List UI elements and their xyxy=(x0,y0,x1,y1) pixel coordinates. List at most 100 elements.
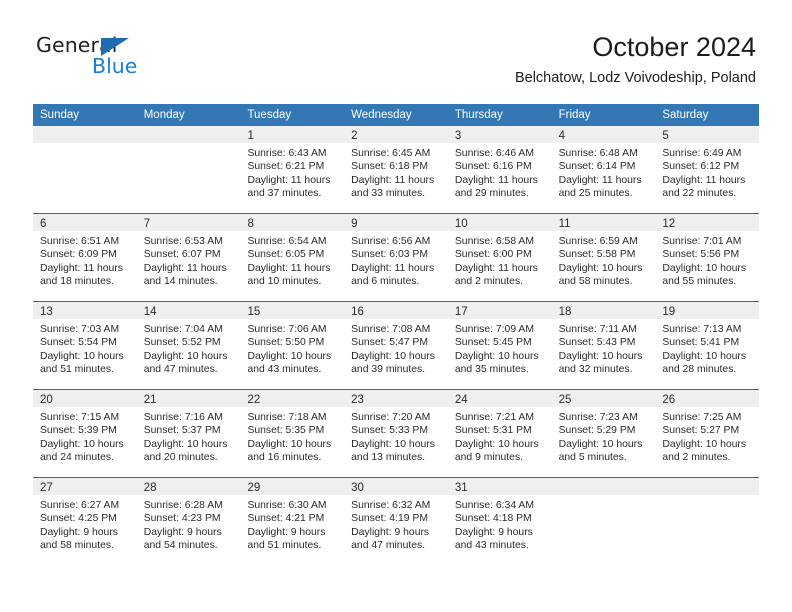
day-details: Sunrise: 6:27 AM Sunset: 4:25 PM Daylight:… xyxy=(33,495,137,553)
day-details: Sunrise: 7:21 AM Sunset: 5:31 PM Daylight:… xyxy=(448,407,552,465)
daylight-text: Daylight: 11 hours xyxy=(143,262,227,274)
daylight-text: Daylight: 10 hours xyxy=(558,350,643,362)
day-details: Sunrise: 7:03 AM Sunset: 5:54 PM Daylight:… xyxy=(33,319,137,377)
day-cell[interactable]: 27 Sunrise: 6:27 AM Sunset: 4:25 PM Dayligh… xyxy=(33,478,137,565)
day-number-band: 17 xyxy=(447,302,552,319)
day-cell[interactable]: 22 Sunrise: 7:18 AM Sunset: 5:35 PM Dayligh… xyxy=(240,390,345,477)
day-cell[interactable]: 3 Sunrise: 6:46 AM Sunset: 6:16 PM Daylight… xyxy=(447,126,552,213)
day-cell[interactable]: 31 Sunrise: 6:34 AM Sunset: 4:18 PM Dayligh… xyxy=(447,478,552,565)
day-number: 29 xyxy=(247,482,261,494)
day-cell[interactable]: 28 Sunrise: 6:28 AM Sunset: 4:23 PM Dayligh… xyxy=(136,478,241,565)
logo-text-blue: Blue xyxy=(92,54,138,78)
page-subtitle: Belchatow, Lodz Voivodeship, Poland xyxy=(514,70,756,86)
calendar-week-row: 13 Sunrise: 7:03 AM Sunset: 5:54 PM Dayligh… xyxy=(33,301,760,389)
day-cell[interactable]: 4 Sunrise: 6:48 AM Sunset: 6:14 PM Daylight… xyxy=(551,126,656,213)
day-details: Sunrise: 6:56 AM Sunset: 6:03 PM Daylight:… xyxy=(344,231,448,289)
sunrise-text: Sunrise: 7:20 AM xyxy=(351,412,431,423)
day-cell[interactable]: 24 Sunrise: 7:21 AM Sunset: 5:31 PM Dayligh… xyxy=(447,390,552,477)
day-details: Sunrise: 6:46 AM Sunset: 6:16 PM Daylight:… xyxy=(448,143,552,201)
sunrise-text: Sunrise: 6:48 AM xyxy=(558,148,638,159)
sunset-text: Sunset: 6:00 PM xyxy=(454,249,532,261)
day-number-band: 12 xyxy=(655,214,760,231)
daylight-text: and 35 minutes. xyxy=(454,364,529,376)
day-details xyxy=(655,495,759,499)
day-cell[interactable]: 21 Sunrise: 7:16 AM Sunset: 5:37 PM Dayligh… xyxy=(136,390,241,477)
title-block: October 2024 Belchatow, Lodz Voivodeship… xyxy=(515,30,756,87)
daylight-text: Daylight: 10 hours xyxy=(143,350,228,362)
daylight-text: and 47 minutes. xyxy=(143,364,218,376)
day-cell[interactable]: 26 Sunrise: 7:25 AM Sunset: 5:27 PM Dayligh… xyxy=(655,390,760,477)
day-number-band: 24 xyxy=(447,390,552,407)
day-number-band: 3 xyxy=(447,126,552,143)
day-details: Sunrise: 7:08 AM Sunset: 5:47 PM Daylight:… xyxy=(344,319,448,377)
day-cell[interactable]: 30 Sunrise: 6:32 AM Sunset: 4:19 PM Dayligh… xyxy=(344,478,448,565)
daylight-text: and 28 minutes. xyxy=(662,364,737,376)
day-number: 20 xyxy=(40,394,53,406)
day-cell[interactable]: 6 Sunrise: 6:51 AM Sunset: 6:09 PM Daylight… xyxy=(33,214,137,301)
day-number: 28 xyxy=(143,482,157,494)
sunset-text: Sunset: 4:19 PM xyxy=(351,513,428,525)
sunset-text: Sunset: 6:05 PM xyxy=(247,249,325,261)
daylight-text: and 37 minutes. xyxy=(247,188,322,200)
day-cell[interactable]: 29 Sunrise: 6:30 AM Sunset: 4:21 PM Dayligh… xyxy=(240,478,345,565)
calendar-page: General Blue October 2024 Belchatow, Lod… xyxy=(0,0,792,612)
day-number: 9 xyxy=(351,218,358,230)
sunrise-text: Sunrise: 7:25 AM xyxy=(662,412,742,423)
daylight-text: Daylight: 10 hours xyxy=(558,438,643,450)
day-cell[interactable]: 19 Sunrise: 7:13 AM Sunset: 5:41 PM Dayligh… xyxy=(655,302,760,389)
day-cell[interactable]: 18 Sunrise: 7:11 AM Sunset: 5:43 PM Dayligh… xyxy=(551,302,656,389)
day-number: 1 xyxy=(247,130,254,142)
day-cell[interactable]: 14 Sunrise: 7:04 AM Sunset: 5:52 PM Dayligh… xyxy=(136,302,241,389)
day-cell[interactable]: 13 Sunrise: 7:03 AM Sunset: 5:54 PM Dayligh… xyxy=(33,302,137,389)
calendar-week-row: 27 Sunrise: 6:27 AM Sunset: 4:25 PM Dayligh… xyxy=(33,477,760,565)
daylight-text: and 39 minutes. xyxy=(351,364,426,376)
sunrise-text: Sunrise: 7:08 AM xyxy=(351,324,431,335)
daylight-text: Daylight: 10 hours xyxy=(40,438,124,450)
day-cell[interactable]: 12 Sunrise: 7:01 AM Sunset: 5:56 PM Dayligh… xyxy=(655,214,760,301)
page-title: October 2024 xyxy=(592,32,756,62)
day-cell[interactable]: 9 Sunrise: 6:56 AM Sunset: 6:03 PM Daylight… xyxy=(344,214,448,301)
day-cell[interactable]: 2 Sunrise: 6:45 AM Sunset: 6:18 PM Daylight… xyxy=(344,126,448,213)
day-number-band: 27 xyxy=(33,478,137,495)
day-cell[interactable]: 15 Sunrise: 7:06 AM Sunset: 5:50 PM Dayligh… xyxy=(240,302,345,389)
sunset-text: Sunset: 5:31 PM xyxy=(454,425,532,437)
sunrise-text: Sunrise: 6:32 AM xyxy=(351,500,431,511)
daylight-text: and 33 minutes. xyxy=(351,188,426,200)
daylight-text: and 20 minutes. xyxy=(143,452,218,464)
daylight-text: Daylight: 10 hours xyxy=(247,350,332,362)
daylight-text: and 43 minutes. xyxy=(454,540,529,552)
sunset-text: Sunset: 5:41 PM xyxy=(662,337,740,349)
day-number: 7 xyxy=(143,218,151,230)
sunrise-text: Sunrise: 6:59 AM xyxy=(558,236,638,247)
day-cell[interactable]: 8 Sunrise: 6:54 AM Sunset: 6:05 PM Daylight… xyxy=(240,214,345,301)
sunset-text: Sunset: 5:56 PM xyxy=(662,249,740,261)
day-cell[interactable]: 17 Sunrise: 7:09 AM Sunset: 5:45 PM Dayligh… xyxy=(447,302,552,389)
day-cell[interactable]: 1 Sunrise: 6:43 AM Sunset: 6:21 PM Daylight… xyxy=(240,126,345,213)
day-details: Sunrise: 6:53 AM Sunset: 6:07 PM Daylight:… xyxy=(137,231,241,289)
day-number: 31 xyxy=(454,482,468,494)
general-blue-logo[interactable]: General Blue xyxy=(36,34,156,80)
sunrise-text: Sunrise: 7:09 AM xyxy=(454,324,535,335)
day-cell[interactable]: 23 Sunrise: 7:20 AM Sunset: 5:33 PM Dayligh… xyxy=(344,390,448,477)
day-number-band: 11 xyxy=(551,214,656,231)
day-cell[interactable]: 5 Sunrise: 6:49 AM Sunset: 6:12 PM Daylight… xyxy=(655,126,760,213)
daylight-text: and 58 minutes. xyxy=(558,276,633,288)
daylight-text: and 14 minutes. xyxy=(143,276,218,288)
day-cell[interactable]: 20 Sunrise: 7:15 AM Sunset: 5:39 PM Dayligh… xyxy=(33,390,137,477)
daylight-text: Daylight: 10 hours xyxy=(143,438,228,450)
day-cell[interactable]: 16 Sunrise: 7:08 AM Sunset: 5:47 PM Dayligh… xyxy=(344,302,448,389)
day-cell[interactable]: 25 Sunrise: 7:23 AM Sunset: 5:29 PM Dayligh… xyxy=(551,390,656,477)
daylight-text: and 43 minutes. xyxy=(247,364,322,376)
daylight-text: Daylight: 11 hours xyxy=(662,174,746,186)
day-number: 19 xyxy=(662,306,676,318)
day-cell[interactable]: 11 Sunrise: 6:59 AM Sunset: 5:58 PM Dayligh… xyxy=(551,214,656,301)
sunset-text: Sunset: 5:37 PM xyxy=(143,425,221,437)
day-cell[interactable]: 7 Sunrise: 6:53 AM Sunset: 6:07 PM Daylight… xyxy=(136,214,241,301)
day-number: 5 xyxy=(662,130,669,142)
daylight-text: and 54 minutes. xyxy=(143,540,218,552)
weekday-header-sunday: Sunday xyxy=(40,109,80,121)
sunset-text: Sunset: 5:35 PM xyxy=(247,425,325,437)
day-number: 18 xyxy=(558,306,572,318)
day-cell[interactable]: 10 Sunrise: 6:58 AM Sunset: 6:00 PM Dayligh… xyxy=(447,214,552,301)
daylight-text: Daylight: 11 hours xyxy=(454,174,538,186)
